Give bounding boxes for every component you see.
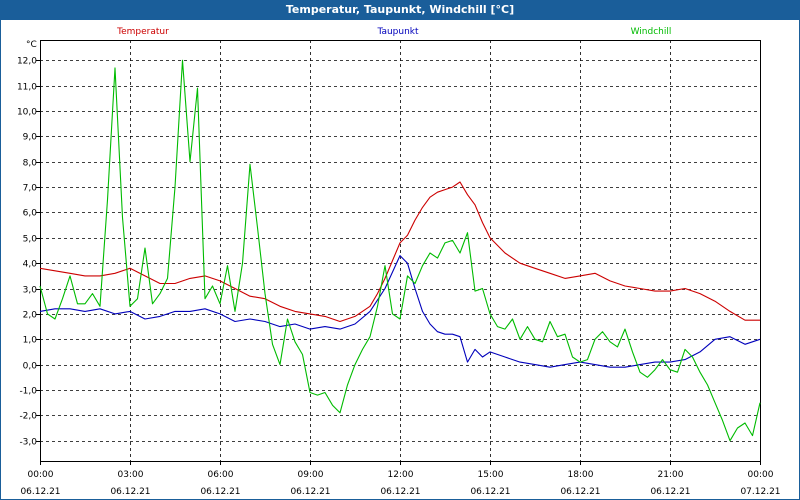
series-line-temperatur bbox=[39, 181, 760, 323]
y-tick-label: 1,0 bbox=[23, 336, 38, 346]
y-tick-label: 12,0 bbox=[17, 57, 37, 67]
y-tick-labels: -3,0 -2,0 -1,0 0,0 1,0 2,0 3,0 4,0 5,0 6,0 7,0 8,0 9… bbox=[17, 57, 37, 448]
y-tick-label: 2,0 bbox=[23, 311, 38, 321]
x-tick-date-label: 06.12.21 bbox=[20, 487, 60, 497]
x-tick-time-label: 00:00 bbox=[748, 470, 774, 480]
y-tick-label: 5,0 bbox=[23, 235, 38, 245]
x-tick-date-label: 06.12.21 bbox=[380, 487, 420, 497]
y-tick-label: 8,0 bbox=[23, 159, 38, 169]
grid bbox=[40, 40, 760, 461]
x-tick-time-label: 18:00 bbox=[568, 470, 594, 480]
y-tick-label: 4,0 bbox=[23, 260, 38, 270]
line-chart: -3,0 -2,0 -1,0 0,0 1,0 2,0 3,0 4,0 5,0 6,0 7,0 8,0 9… bbox=[17, 27, 781, 497]
y-tick-label: 10,0 bbox=[17, 108, 37, 118]
x-tick-time-label: 06:00 bbox=[208, 470, 234, 480]
x-tick-time-label: 00:00 bbox=[28, 470, 54, 480]
x-tick-date-label: 06.12.21 bbox=[560, 487, 600, 497]
y-tick-label: 6,0 bbox=[23, 209, 38, 219]
x-tick-time-label: 12:00 bbox=[388, 470, 414, 480]
x-tick-date-label: 06.12.21 bbox=[650, 487, 690, 497]
y-tick-label: 0,0 bbox=[23, 362, 38, 372]
y-tick-label: -2,0 bbox=[19, 412, 37, 422]
x-tick-labels: 00:00 06.12.21 03:00 06.12.21 06:00 06.12.21 0… bbox=[20, 470, 780, 497]
y-tick-label: 11,0 bbox=[17, 83, 37, 93]
x-tick-date-label: 06.12.21 bbox=[110, 487, 150, 497]
y-tick-label: -3,0 bbox=[19, 438, 37, 448]
x-tick-time-label: 15:00 bbox=[478, 470, 504, 480]
legend: Temperatur Taupunkt Windchill bbox=[116, 27, 671, 37]
y-tick-label: -1,0 bbox=[19, 387, 37, 397]
x-tick-time-label: 03:00 bbox=[118, 470, 144, 480]
x-tick-time-label: 21:00 bbox=[658, 470, 684, 480]
x-tick-date-label: 06.12.21 bbox=[200, 487, 240, 497]
series-line-windchill bbox=[39, 59, 761, 442]
x-tick-time-label: 09:00 bbox=[298, 470, 324, 480]
legend-entry-taupunkt: Taupunkt bbox=[376, 27, 419, 37]
y-tick-label: 3,0 bbox=[23, 286, 38, 296]
x-tick-date-label: 07.12.21 bbox=[740, 487, 780, 497]
x-tick-date-label: 06.12.21 bbox=[290, 487, 330, 497]
y-tick-label: 7,0 bbox=[23, 184, 38, 194]
y-tick-label: 9,0 bbox=[23, 133, 38, 143]
legend-entry-windchill: Windchill bbox=[631, 27, 672, 37]
series-lines bbox=[39, 59, 761, 442]
x-tick-date-label: 06.12.21 bbox=[470, 487, 510, 497]
legend-entry-temperatur: Temperatur bbox=[116, 27, 169, 37]
y-axis-unit-label: °C bbox=[26, 40, 37, 50]
